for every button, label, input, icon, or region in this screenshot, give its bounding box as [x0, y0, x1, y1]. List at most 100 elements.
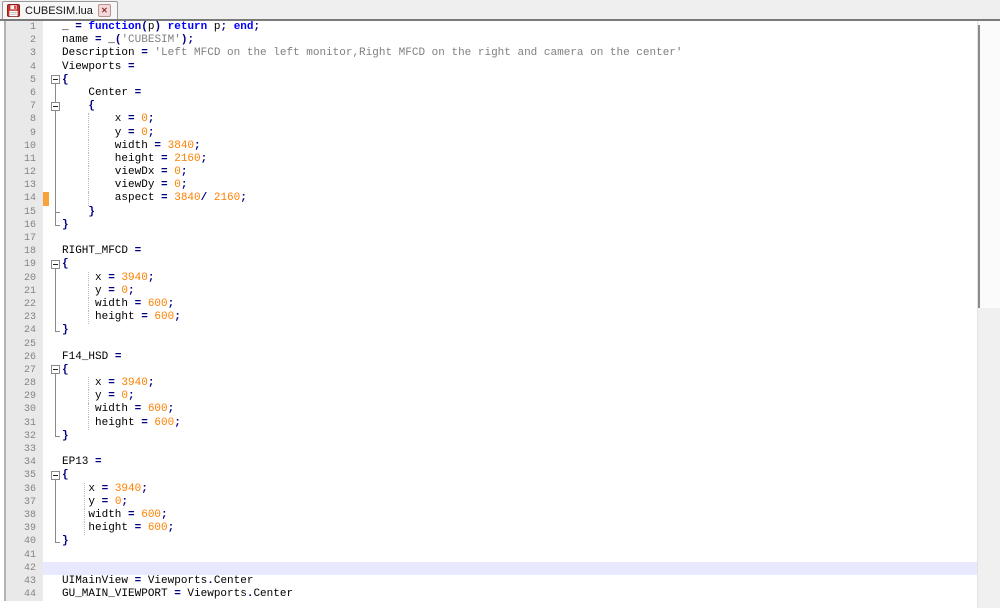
- line-number[interactable]: 10: [6, 139, 43, 153]
- fold-margin[interactable]: [49, 588, 62, 602]
- code-line[interactable]: GU_MAIN_VIEWPORT = Viewports.Center: [62, 588, 1000, 602]
- line-number[interactable]: 35: [6, 469, 43, 483]
- fold-margin[interactable]: [49, 574, 62, 589]
- code-line[interactable]: [62, 548, 1000, 562]
- fold-margin[interactable]: [49, 443, 62, 457]
- fold-margin[interactable]: [49, 377, 62, 391]
- fold-margin[interactable]: [49, 271, 62, 285]
- code-line[interactable]: [62, 561, 1000, 575]
- line-number[interactable]: 29: [6, 390, 43, 404]
- fold-margin[interactable]: [49, 403, 62, 417]
- code-line[interactable]: x = 3940;: [62, 482, 1000, 496]
- fold-margin[interactable]: [49, 192, 62, 206]
- fold-margin[interactable]: [49, 561, 62, 575]
- code-line[interactable]: height = 600;: [62, 311, 1000, 325]
- line-number[interactable]: 37: [6, 495, 43, 509]
- fold-margin[interactable]: [49, 232, 62, 246]
- fold-margin[interactable]: [49, 429, 62, 443]
- line-number[interactable]: 17: [6, 232, 43, 246]
- code-line[interactable]: width = 600;: [62, 403, 1000, 417]
- code-line[interactable]: {: [62, 73, 1000, 87]
- code-line[interactable]: x = 0;: [62, 113, 1000, 127]
- fold-margin[interactable]: [49, 100, 62, 114]
- code-line[interactable]: }: [62, 429, 1000, 443]
- fold-margin[interactable]: [49, 522, 62, 536]
- line-number[interactable]: 8: [6, 113, 43, 127]
- fold-margin[interactable]: [49, 469, 62, 483]
- line-number[interactable]: 21: [6, 284, 43, 298]
- line-number[interactable]: 24: [6, 324, 43, 338]
- fold-margin[interactable]: [49, 284, 62, 298]
- line-number[interactable]: 3: [6, 47, 43, 61]
- fold-margin[interactable]: [49, 179, 62, 193]
- scrollbar-thumb[interactable]: [978, 25, 980, 308]
- fold-margin[interactable]: [49, 390, 62, 404]
- code-editor[interactable]: 1 _ = function(p) return p; end; 2 name = _…: [0, 21, 1000, 608]
- fold-margin[interactable]: [49, 258, 62, 272]
- code-line[interactable]: width = 600;: [62, 297, 1000, 312]
- line-number[interactable]: 18: [6, 245, 43, 259]
- line-number[interactable]: 30: [6, 403, 43, 417]
- code-line[interactable]: y = 0;: [62, 495, 1000, 509]
- fold-margin[interactable]: [49, 113, 62, 127]
- code-line[interactable]: name = _('CUBESIM');: [62, 34, 1000, 48]
- line-number[interactable]: 22: [6, 297, 43, 312]
- fold-margin[interactable]: [49, 350, 62, 364]
- code-line[interactable]: Viewports =: [62, 60, 1000, 74]
- fold-margin[interactable]: [49, 21, 62, 35]
- fold-collapse-icon[interactable]: [51, 101, 60, 111]
- line-number[interactable]: 15: [6, 205, 43, 219]
- fold-margin[interactable]: [49, 495, 62, 509]
- fold-margin[interactable]: [49, 456, 62, 470]
- fold-margin[interactable]: [49, 416, 62, 430]
- fold-margin[interactable]: [49, 126, 62, 140]
- line-number[interactable]: 31: [6, 416, 43, 430]
- fold-margin[interactable]: [49, 218, 62, 232]
- code-line[interactable]: }: [62, 218, 1000, 232]
- fold-margin[interactable]: [49, 60, 62, 74]
- line-number[interactable]: 5: [6, 73, 43, 87]
- fold-collapse-icon[interactable]: [51, 75, 60, 85]
- fold-margin[interactable]: [49, 363, 62, 378]
- fold-margin[interactable]: [49, 297, 62, 312]
- code-line[interactable]: EP13 =: [62, 456, 1000, 470]
- code-line[interactable]: aspect = 3840/ 2160;: [62, 192, 1000, 206]
- line-number[interactable]: 32: [6, 429, 43, 443]
- line-number[interactable]: 33: [6, 443, 43, 457]
- code-line[interactable]: UIMainView = Viewports.Center: [62, 574, 1000, 589]
- line-number[interactable]: 42: [6, 561, 43, 575]
- code-line[interactable]: height = 2160;: [62, 152, 1000, 167]
- fold-collapse-icon[interactable]: [51, 259, 60, 269]
- line-number[interactable]: 6: [6, 86, 43, 101]
- line-number[interactable]: 11: [6, 152, 43, 167]
- code-line[interactable]: y = 0;: [62, 390, 1000, 404]
- line-number[interactable]: 23: [6, 311, 43, 325]
- fold-margin[interactable]: [49, 324, 62, 338]
- code-line[interactable]: viewDy = 0;: [62, 179, 1000, 193]
- code-line[interactable]: x = 3940;: [62, 271, 1000, 285]
- fold-margin[interactable]: [49, 337, 62, 351]
- line-number[interactable]: 25: [6, 337, 43, 351]
- line-number[interactable]: 36: [6, 482, 43, 496]
- line-number[interactable]: 27: [6, 363, 43, 378]
- fold-margin[interactable]: [49, 86, 62, 101]
- fold-margin[interactable]: [49, 139, 62, 153]
- fold-margin[interactable]: [49, 535, 62, 549]
- line-number[interactable]: 39: [6, 522, 43, 536]
- code-line[interactable]: width = 3840;: [62, 139, 1000, 153]
- fold-collapse-icon[interactable]: [51, 470, 60, 480]
- code-line[interactable]: [62, 443, 1000, 457]
- line-number[interactable]: 38: [6, 508, 43, 523]
- line-number[interactable]: 28: [6, 377, 43, 391]
- code-line[interactable]: y = 0;: [62, 284, 1000, 298]
- line-number[interactable]: 2: [6, 34, 43, 48]
- code-line[interactable]: x = 3940;: [62, 377, 1000, 391]
- line-number[interactable]: 1: [6, 21, 43, 35]
- code-line[interactable]: Center =: [62, 86, 1000, 101]
- code-line[interactable]: F14_HSD =: [62, 350, 1000, 364]
- fold-margin[interactable]: [49, 548, 62, 562]
- line-number[interactable]: 43: [6, 574, 43, 589]
- fold-margin[interactable]: [49, 311, 62, 325]
- line-number[interactable]: 26: [6, 350, 43, 364]
- code-line[interactable]: RIGHT_MFCD =: [62, 245, 1000, 259]
